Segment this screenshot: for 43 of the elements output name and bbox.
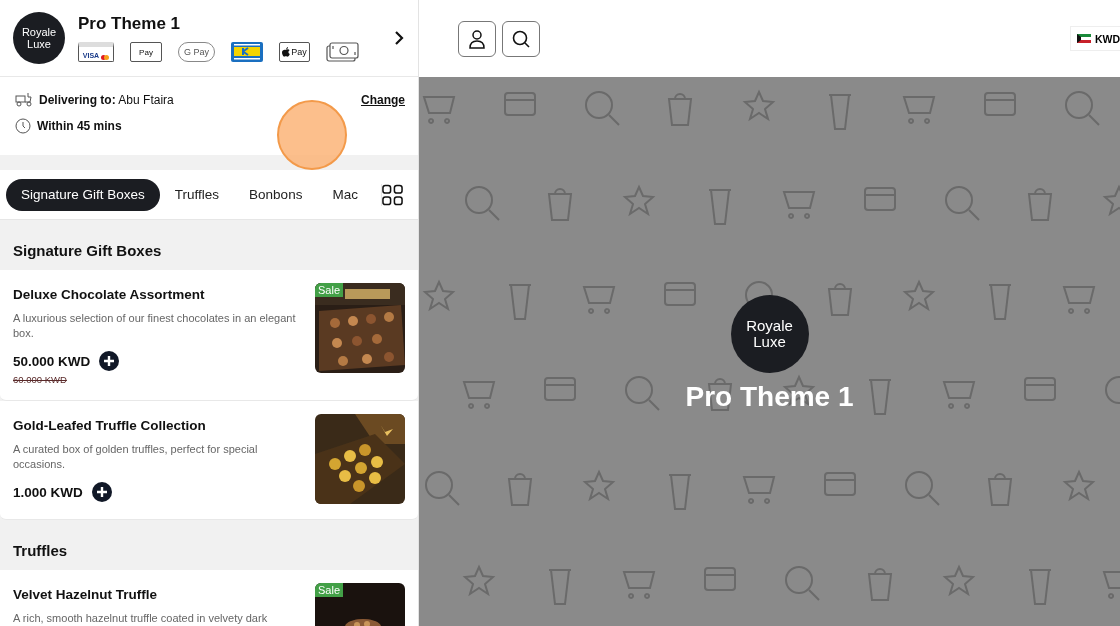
product-price: 50.000 KWD [13, 353, 91, 369]
samsung-pay-logo: Pay [130, 42, 162, 62]
product-name: Gold-Leafed Truffle Collection [13, 418, 207, 433]
product-card[interactable]: Velvet Hazelnut Truffle A rich, smooth hazelnut truffle coated in velvety dark Sale [0, 570, 418, 626]
search-icon [511, 28, 531, 49]
product-name: Velvet Hazelnut Truffle [13, 587, 159, 602]
product-card[interactable]: Gold-Leafed Truffle Collection A curated box of golden truffles, perfect for special occasions. 1.000 KWD [0, 401, 418, 520]
add-icon [91, 482, 112, 502]
product-description: A luxurious selection of our finest chocolates in an elegant box. [13, 311, 297, 341]
currency-selector[interactable]: KWD [1069, 26, 1120, 51]
old-price: 60.000 KWD [13, 374, 68, 385]
add-icon [99, 351, 120, 371]
delivery-address: Delivering to: Abu Ftaira [39, 92, 175, 107]
change-link[interactable]: Change [361, 92, 405, 107]
section-title: Truffles [12, 541, 69, 561]
cash-icon [326, 42, 359, 62]
sale-badge: Sale [315, 583, 344, 597]
flag-icon [1076, 34, 1091, 43]
category-tab[interactable]: Truffles [159, 178, 235, 211]
section-title: Signature Gift Boxes [12, 241, 163, 261]
category-tab[interactable]: Signature Gift Boxes [6, 178, 160, 211]
product-description: A rich, smooth hazelnut truffle coated in velvety dark [13, 611, 269, 626]
product-card[interactable]: Deluxe Chocolate Assortment A luxurious selection of our finest chocolates in an elegant box. 50.000 KWD 60.000 KWD Sale [0, 270, 418, 401]
user-icon [468, 28, 486, 49]
store-title: Pro Theme 1 [685, 381, 854, 413]
product-name: Deluxe Chocolate Assortment [13, 287, 206, 302]
product-description: A curated box of golden truffles, perfect for special occasions. [13, 442, 259, 472]
apple-pay-logo: Pay [279, 42, 310, 62]
chevron-right-icon [394, 31, 404, 45]
scooter-icon [15, 92, 33, 107]
grid-icon [381, 183, 403, 206]
sale-badge: Sale [315, 283, 344, 297]
category-tab[interactable]: Bonbons [234, 178, 318, 211]
delivery-time: Within 45 mins [37, 119, 122, 133]
product-price: 1.000 KWD [13, 484, 83, 500]
google-pay-logo: G Pay [178, 42, 215, 62]
knet-logo [231, 42, 263, 62]
clock-icon [15, 118, 31, 134]
store-logo: Royale Luxe [13, 12, 65, 64]
store-title: Pro Theme 1 [78, 14, 182, 34]
account-button[interactable] [458, 20, 496, 57]
category-tab[interactable]: Mac [317, 178, 358, 211]
search-button[interactable] [502, 20, 540, 57]
